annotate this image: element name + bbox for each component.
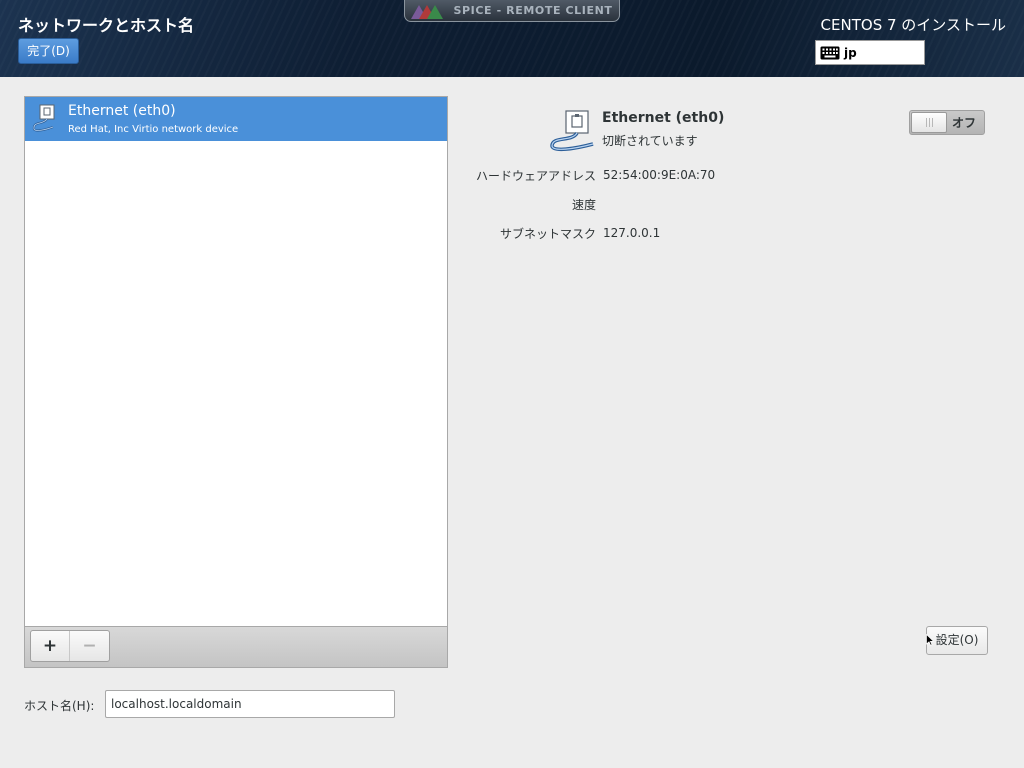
toggle-state-label: オフ <box>952 116 977 130</box>
device-list: Ethernet (eth0) Red Hat, Inc Virtio netw… <box>24 96 448 627</box>
mouse-cursor-icon <box>926 634 934 646</box>
toggle-knob <box>911 112 947 133</box>
detail-connection-status: 切断されています <box>602 134 698 148</box>
done-button[interactable]: 完了(D) <box>18 38 79 64</box>
install-title: CENTOS 7 のインストール <box>820 16 1006 34</box>
device-list-toolbar: + − <box>24 627 448 668</box>
subnet-mask-value: 127.0.0.1 <box>603 226 661 240</box>
spice-logo-icon <box>411 4 444 19</box>
add-device-button[interactable]: + <box>31 631 71 661</box>
keyboard-icon <box>820 46 840 59</box>
hardware-address-value: 52:54:00:9E:0A:70 <box>603 168 716 182</box>
spice-banner-text: SPICE - REMOTE CLIENT <box>453 4 613 17</box>
hostname-label: ホスト名(H): <box>24 699 95 713</box>
page-title: ネットワークとホスト名 <box>18 16 195 35</box>
connection-toggle-switch[interactable]: オフ <box>909 110 985 135</box>
device-description: Red Hat, Inc Virtio network device <box>68 124 239 135</box>
hostname-input[interactable] <box>105 690 395 718</box>
speed-label: 速度 <box>571 198 596 212</box>
network-wired-icon <box>550 110 594 152</box>
keyboard-layout-indicator[interactable]: jp <box>815 40 925 65</box>
spice-banner[interactable]: SPICE - REMOTE CLIENT <box>404 0 620 22</box>
hardware-address-label: ハードウェアアドレス <box>475 169 596 183</box>
device-name: Ethernet (eth0) <box>68 103 176 119</box>
subnet-mask-label: サブネットマスク <box>499 227 596 241</box>
detail-device-name: Ethernet (eth0) <box>602 110 725 126</box>
device-list-item[interactable]: Ethernet (eth0) Red Hat, Inc Virtio netw… <box>25 97 447 141</box>
network-wired-icon <box>32 104 55 132</box>
settings-button[interactable]: 設定(O) <box>926 626 988 655</box>
header-bar: ネットワークとホスト名 完了(D) SPICE - REMOTE CLIENT … <box>0 0 1024 77</box>
add-remove-button-group: + − <box>30 630 110 662</box>
remove-device-button[interactable]: − <box>70 631 109 661</box>
keyboard-layout-label: jp <box>844 45 857 60</box>
